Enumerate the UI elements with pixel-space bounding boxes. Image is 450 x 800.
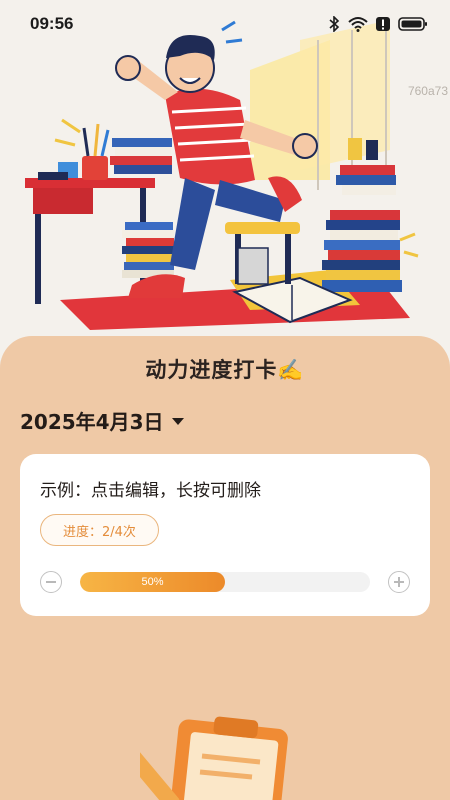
date-selector[interactable]: 2025年4月3日 xyxy=(20,406,184,435)
page-title: 动力进度打卡✍️ xyxy=(145,358,305,382)
hero-watermark-code: 760a73 xyxy=(407,84,448,98)
chevron-down-icon xyxy=(171,418,184,425)
progress-bar-fill: 50% xyxy=(80,572,225,592)
status-icons xyxy=(328,16,428,32)
bluetooth-icon xyxy=(329,16,340,32)
date-label: 2025年4月3日 xyxy=(20,410,164,434)
alert-icon xyxy=(376,17,390,31)
task-title: 示例：点击编辑，长按可删除 xyxy=(40,481,261,501)
clipboard-icon xyxy=(124,714,300,800)
status-bar: 09:56 xyxy=(0,0,450,48)
progress-bar: 50% xyxy=(80,572,370,592)
status-time: 09:56 xyxy=(30,14,74,33)
running-student-illustration xyxy=(25,20,419,330)
task-card[interactable]: 示例：点击编辑，长按可删除 进度：2/4次 50% xyxy=(20,454,430,616)
progress-count-badge: 进度：2/4次 xyxy=(40,514,159,546)
hero-illustration: 760a73 xyxy=(0,0,450,360)
battery-icon xyxy=(398,17,427,31)
wifi-icon xyxy=(348,17,368,32)
decrement-button[interactable] xyxy=(40,571,62,593)
increment-button[interactable] xyxy=(388,571,410,593)
